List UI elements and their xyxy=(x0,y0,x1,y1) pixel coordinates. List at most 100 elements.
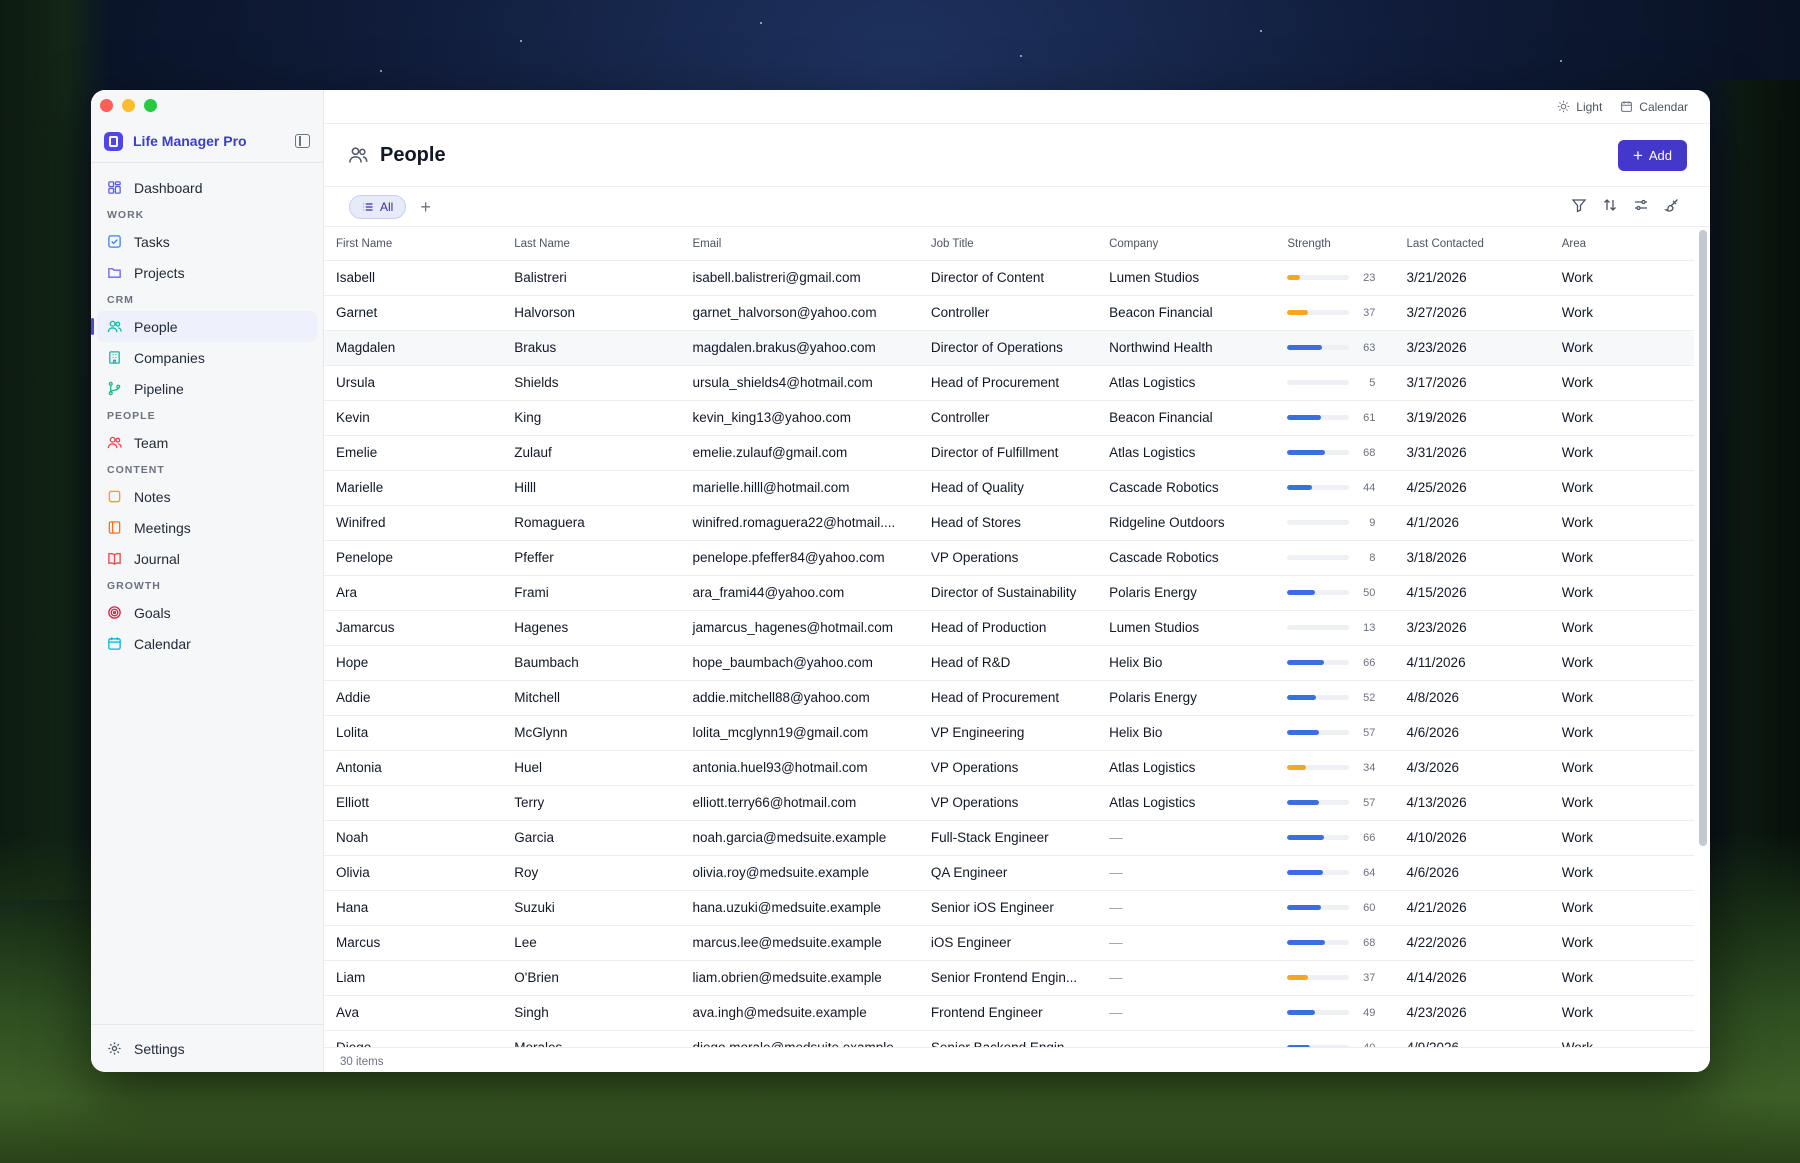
table-row[interactable]: Magdalen Brakus magdalen.brakus@yahoo.com D… xyxy=(324,330,1694,366)
meetings-icon xyxy=(107,520,122,535)
last-name-cell: Hilll xyxy=(502,470,681,506)
table-row[interactable]: Winifred Romaguera winifred.romaguera22@ho… xyxy=(324,505,1694,541)
strength-bar xyxy=(1287,800,1350,805)
table-row[interactable]: Antonia Huel antonia.huel93@hotmail.com VP … xyxy=(324,750,1694,786)
table-row[interactable]: Marielle Hilll marielle.hilll@hotmail.com H… xyxy=(324,470,1694,506)
table-row[interactable]: Hope Baumbach hope_baumbach@yahoo.com Head … xyxy=(324,645,1694,681)
add-view-button[interactable]: + xyxy=(420,198,431,216)
table-row[interactable]: Isabell Balistreri isabell.balistreri@gmai… xyxy=(324,260,1694,296)
strength-value: 37 xyxy=(1363,306,1376,319)
sidebar-item-tasks[interactable]: Tasks xyxy=(97,226,317,257)
sliders-icon[interactable] xyxy=(1633,197,1649,213)
strength-bar xyxy=(1287,765,1350,770)
sidebar-item-notes[interactable]: Notes xyxy=(97,481,317,512)
sidebar-item-meetings[interactable]: Meetings xyxy=(97,512,317,543)
zoom-window-button[interactable] xyxy=(144,99,157,112)
column-header[interactable]: Area xyxy=(1549,228,1694,261)
table-row[interactable]: Ava Singh ava.ingh@medsuite.example Fronten… xyxy=(324,995,1694,1031)
table-row[interactable]: Diego Morales diego.morale@medsuite.exampl… xyxy=(324,1030,1694,1048)
strength-cell: 8 xyxy=(1275,540,1395,576)
view-tab-all[interactable]: All xyxy=(349,194,407,219)
theme-label: Light xyxy=(1576,99,1603,114)
company-cell: Polaris Energy xyxy=(1097,680,1276,716)
strength-value: 5 xyxy=(1369,376,1376,389)
sidebar-item-companies[interactable]: Companies xyxy=(97,342,317,373)
job-title-cell: Director of Sustainability xyxy=(918,575,1098,611)
table-row[interactable]: Addie Mitchell addie.mitchell88@yahoo.com H… xyxy=(324,680,1694,716)
area-cell: Work xyxy=(1549,575,1694,611)
email-cell: lolita_mcglynn19@gmail.com xyxy=(680,715,919,751)
area-cell: Work xyxy=(1549,890,1694,926)
table-row[interactable]: Hana Suzuki hana.uzuki@medsuite.example Sen… xyxy=(324,890,1694,926)
column-header[interactable]: Strength xyxy=(1275,228,1395,261)
sidebar-item-settings[interactable]: Settings xyxy=(91,1024,323,1072)
sidebar-item-people[interactable]: People xyxy=(91,311,317,342)
table-row[interactable]: Jamarcus Hagenes jamarcus_hagenes@hotmail.… xyxy=(324,610,1694,646)
table-row[interactable]: Emelie Zulauf emelie.zulauf@gmail.com Direc… xyxy=(324,435,1694,471)
job-title-cell: VP Engineering xyxy=(918,715,1098,751)
brush-icon[interactable] xyxy=(1664,197,1680,213)
table-row[interactable]: Elliott Terry elliott.terry66@hotmail.com V… xyxy=(324,785,1694,821)
strength-bar xyxy=(1287,730,1350,735)
sidebar-item-pipeline[interactable]: Pipeline xyxy=(97,373,317,404)
strength-cell: 66 xyxy=(1275,820,1395,856)
column-header[interactable]: Job Title xyxy=(918,228,1098,261)
app-title: Life Manager Pro xyxy=(133,133,247,149)
strength-bar-fill xyxy=(1287,485,1312,490)
last-contacted-cell: 4/6/2026 xyxy=(1394,715,1550,751)
minimize-window-button[interactable] xyxy=(122,99,135,112)
table-row[interactable]: Marcus Lee marcus.lee@medsuite.example iOS … xyxy=(324,925,1694,961)
sidebar-item-team[interactable]: Team xyxy=(97,427,317,458)
strength-bar-fill xyxy=(1287,800,1320,805)
sidebar-item-calendar[interactable]: Calendar xyxy=(97,628,317,659)
strength-bar xyxy=(1287,1010,1350,1015)
collapse-sidebar-icon[interactable] xyxy=(295,134,310,148)
last-name-cell: Balistreri xyxy=(502,260,681,296)
last-contacted-cell: 3/21/2026 xyxy=(1394,260,1550,296)
sort-icon[interactable] xyxy=(1602,197,1618,213)
column-header[interactable]: First Name xyxy=(324,228,503,261)
people-table: First Name Last Name Email Job Title Company… xyxy=(324,228,1694,1048)
table-row[interactable]: Penelope Pfeffer penelope.pfeffer84@yahoo.… xyxy=(324,540,1694,576)
company-cell: — xyxy=(1097,1030,1276,1048)
table-row[interactable]: Ursula Shields ursula_shields4@hotmail.com… xyxy=(324,365,1694,401)
last-contacted-cell: 3/18/2026 xyxy=(1394,540,1550,576)
first-name-cell: Noah xyxy=(324,820,503,856)
strength-cell: 23 xyxy=(1275,260,1395,296)
strength-bar xyxy=(1287,835,1350,840)
job-title-cell: Director of Fulfillment xyxy=(918,435,1098,471)
sidebar-nav: Dashboard WORK Tasks Projects CRM People… xyxy=(91,172,317,659)
table-row[interactable]: Ara Frami ara_frami44@yahoo.com Director of… xyxy=(324,575,1694,611)
company-cell: — xyxy=(1097,995,1276,1031)
last-name-cell: Suzuki xyxy=(502,890,681,926)
column-header[interactable]: Last Contacted xyxy=(1394,228,1550,261)
sidebar-item-dashboard[interactable]: Dashboard xyxy=(97,172,317,203)
table-row[interactable]: Olivia Roy olivia.roy@medsuite.example QA E… xyxy=(324,855,1694,891)
table-row[interactable]: Liam O'Brien liam.obrien@medsuite.example S… xyxy=(324,960,1694,996)
table-row[interactable]: Lolita McGlynn lolita_mcglynn19@gmail.com V… xyxy=(324,715,1694,751)
sidebar-item-goals[interactable]: Goals xyxy=(97,597,317,628)
strength-value: 57 xyxy=(1363,796,1376,809)
sidebar-item-journal[interactable]: Journal xyxy=(97,543,317,574)
theme-toggle-button[interactable]: Light xyxy=(1557,100,1602,114)
sidebar-item-projects[interactable]: Projects xyxy=(97,257,317,288)
table-row[interactable]: Garnet Halvorson garnet_halvorson@yahoo.co… xyxy=(324,295,1694,331)
branch-icon xyxy=(107,381,122,396)
column-header[interactable]: Email xyxy=(680,228,919,261)
strength-bar-fill xyxy=(1287,695,1317,700)
filter-icon[interactable] xyxy=(1571,197,1587,213)
last-name-cell: Lee xyxy=(502,925,681,961)
job-title-cell: Senior iOS Engineer xyxy=(918,890,1098,926)
column-header[interactable]: Last Name xyxy=(502,228,681,261)
column-header[interactable]: Company xyxy=(1097,228,1276,261)
strength-bar-fill xyxy=(1287,380,1291,385)
plus-icon: + xyxy=(1632,146,1643,165)
table-scrollbar[interactable] xyxy=(1699,230,1707,846)
table-row[interactable]: Noah Garcia noah.garcia@medsuite.example Fu… xyxy=(324,820,1694,856)
close-window-button[interactable] xyxy=(100,99,113,112)
email-cell: elliott.terry66@hotmail.com xyxy=(680,785,919,821)
table-row[interactable]: Kevin King kevin_king13@yahoo.com Controlle… xyxy=(324,400,1694,436)
strength-value: 63 xyxy=(1363,341,1376,354)
add-button[interactable]: + Add xyxy=(1618,140,1687,171)
calendar-button[interactable]: Calendar xyxy=(1620,100,1688,114)
